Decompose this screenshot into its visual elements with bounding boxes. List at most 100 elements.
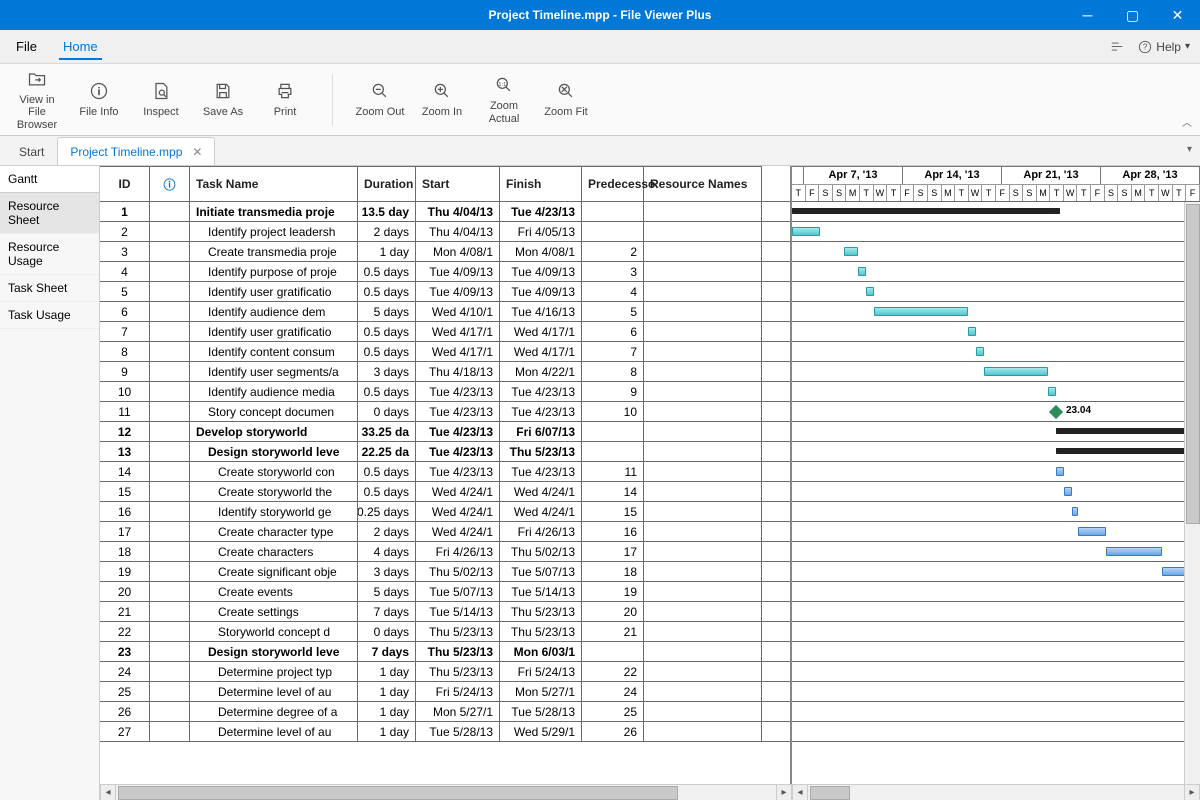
- gantt-row: [792, 342, 1200, 362]
- gantt-day-label: F: [1091, 184, 1105, 202]
- menu-file[interactable]: File: [12, 33, 41, 60]
- cell-info: [150, 242, 190, 261]
- view-in-file-browser-button[interactable]: View in File Browser: [10, 68, 64, 130]
- gantt-bar[interactable]: [792, 227, 820, 236]
- table-row[interactable]: 4Identify purpose of proje0.5 daysTue 4/…: [100, 262, 790, 282]
- table-row[interactable]: 21Create settings7 daysTue 5/14/13Thu 5/…: [100, 602, 790, 622]
- table-row[interactable]: 1Initiate transmedia proje13.5 dayThu 4/…: [100, 202, 790, 222]
- minimize-button[interactable]: ─: [1065, 0, 1110, 30]
- print-button[interactable]: Print: [258, 68, 312, 130]
- maximize-button[interactable]: ▢: [1110, 0, 1155, 30]
- cell-id: 19: [100, 562, 150, 581]
- table-row[interactable]: 17Create character type2 daysWed 4/24/1F…: [100, 522, 790, 542]
- table-row[interactable]: 26Determine degree of a1 dayMon 5/27/1Tu…: [100, 702, 790, 722]
- ribbon-collapse-icon[interactable]: ︿: [1182, 114, 1192, 129]
- sidebar-item[interactable]: Resource Usage: [0, 234, 99, 275]
- save-as-button[interactable]: Save As: [196, 68, 250, 130]
- col-header-info[interactable]: ⓘ: [150, 166, 190, 201]
- tab-start[interactable]: Start: [6, 137, 57, 165]
- table-row[interactable]: 5Identify user gratificatio0.5 daysTue 4…: [100, 282, 790, 302]
- gantt-bar[interactable]: [976, 347, 984, 356]
- scroll-right-icon[interactable]: ▸: [1184, 785, 1200, 800]
- gantt-bar[interactable]: [866, 287, 874, 296]
- gantt-chart[interactable]: Apr 7, '13Apr 14, '13Apr 21, '13Apr 28, …: [792, 166, 1200, 784]
- table-row[interactable]: 11Story concept documen0 daysTue 4/23/13…: [100, 402, 790, 422]
- table-row[interactable]: 18Create characters4 daysFri 4/26/13Thu …: [100, 542, 790, 562]
- gantt-day-label: T: [792, 184, 806, 202]
- table-row[interactable]: 23Design storyworld leve7 daysThu 5/23/1…: [100, 642, 790, 662]
- cell-resources: [644, 302, 762, 321]
- table-row[interactable]: 25Determine level of au1 dayFri 5/24/13M…: [100, 682, 790, 702]
- gantt-bar[interactable]: [1072, 507, 1078, 516]
- table-row[interactable]: 10Identify audience media0.5 daysTue 4/2…: [100, 382, 790, 402]
- zoom-actual-button[interactable]: 1:1 Zoom Actual: [477, 74, 531, 124]
- inspect-button[interactable]: Inspect: [134, 68, 188, 130]
- gantt-bar[interactable]: [968, 327, 976, 336]
- table-row[interactable]: 12Develop storyworld33.25 daTue 4/23/13F…: [100, 422, 790, 442]
- table-row[interactable]: 3Create transmedia proje1 dayMon 4/08/1M…: [100, 242, 790, 262]
- gantt-bar[interactable]: [1056, 467, 1064, 476]
- file-info-button[interactable]: File Info: [72, 68, 126, 130]
- col-header-id[interactable]: ID: [100, 166, 150, 201]
- help-button[interactable]: ? Help ▾: [1138, 40, 1190, 54]
- grid-area: ID ⓘ Task Name Duration Start Finish Pre…: [100, 166, 1200, 800]
- settings-icon[interactable]: [1110, 40, 1124, 54]
- table-row[interactable]: 24Determine project typ1 dayThu 5/23/13F…: [100, 662, 790, 682]
- gantt-bar[interactable]: [1048, 387, 1056, 396]
- gantt-milestone[interactable]: [1049, 405, 1063, 419]
- gantt-bar[interactable]: [844, 247, 858, 256]
- gantt-horizontal-scrollbar[interactable]: ◂ ▸: [792, 784, 1200, 800]
- sidebar-item[interactable]: Resource Sheet: [0, 193, 99, 234]
- table-row[interactable]: 6Identify audience dem5 daysWed 4/10/1Tu…: [100, 302, 790, 322]
- tab-project-timeline[interactable]: Project Timeline.mpp ✕: [57, 137, 215, 165]
- sidebar-item[interactable]: Task Sheet: [0, 275, 99, 302]
- table-row[interactable]: 19Create significant obje3 daysThu 5/02/…: [100, 562, 790, 582]
- col-header-finish[interactable]: Finish: [500, 166, 582, 201]
- tabs-dropdown-icon[interactable]: ▾: [1187, 144, 1192, 155]
- table-row[interactable]: 8Identify content consum0.5 daysWed 4/17…: [100, 342, 790, 362]
- table-row[interactable]: 22Storyworld concept d0 daysThu 5/23/13T…: [100, 622, 790, 642]
- gantt-bar[interactable]: [792, 208, 1060, 214]
- table-row[interactable]: 14Create storyworld con0.5 daysTue 4/23/…: [100, 462, 790, 482]
- table-row[interactable]: 13Design storyworld leve22.25 daTue 4/23…: [100, 442, 790, 462]
- col-header-predecessors[interactable]: Predecesso: [582, 166, 644, 201]
- scroll-left-icon[interactable]: ◂: [792, 785, 808, 800]
- gantt-bar[interactable]: [874, 307, 968, 316]
- zoom-fit-button[interactable]: Zoom Fit: [539, 74, 593, 124]
- table-row[interactable]: 7Identify user gratificatio0.5 daysWed 4…: [100, 322, 790, 342]
- cell-duration: 5 days: [358, 582, 416, 601]
- close-button[interactable]: ✕: [1155, 0, 1200, 30]
- col-header-resources[interactable]: Resource Names: [644, 166, 762, 201]
- col-header-start[interactable]: Start: [416, 166, 500, 201]
- gantt-bar[interactable]: [1064, 487, 1072, 496]
- table-row[interactable]: 15Create storyworld the0.5 daysWed 4/24/…: [100, 482, 790, 502]
- col-header-duration[interactable]: Duration: [358, 166, 416, 201]
- table-row[interactable]: 16Identify storyworld ge0.25 daysWed 4/2…: [100, 502, 790, 522]
- cell-finish: Wed 5/29/1: [500, 722, 582, 741]
- gantt-bar[interactable]: [1106, 547, 1162, 556]
- sidebar-header[interactable]: Gantt: [0, 166, 99, 193]
- gantt-bar[interactable]: [984, 367, 1048, 376]
- table-row[interactable]: 27Determine level of au1 dayTue 5/28/13W…: [100, 722, 790, 742]
- gantt-day-label: T: [1145, 184, 1159, 202]
- col-header-task[interactable]: Task Name: [190, 166, 358, 201]
- gantt-day-label: S: [833, 184, 847, 202]
- gantt-bar[interactable]: [1056, 428, 1200, 434]
- sidebar-item[interactable]: Task Usage: [0, 302, 99, 329]
- zoom-out-button[interactable]: Zoom Out: [353, 74, 407, 124]
- zoom-in-button[interactable]: Zoom In: [415, 74, 469, 124]
- sheet-horizontal-scrollbar[interactable]: ◂ ▸: [100, 784, 792, 800]
- cell-duration: 0.5 days: [358, 482, 416, 501]
- vertical-scrollbar[interactable]: [1184, 202, 1200, 784]
- close-tab-icon[interactable]: ✕: [192, 145, 202, 159]
- scroll-left-icon[interactable]: ◂: [100, 785, 116, 800]
- table-row[interactable]: 2Identify project leadersh2 daysThu 4/04…: [100, 222, 790, 242]
- scroll-right-icon[interactable]: ▸: [776, 785, 792, 800]
- menu-home[interactable]: Home: [59, 33, 102, 60]
- gantt-bar[interactable]: [1078, 527, 1106, 536]
- gantt-bar[interactable]: [1056, 448, 1200, 454]
- table-row[interactable]: 20Create events5 daysTue 5/07/13Tue 5/14…: [100, 582, 790, 602]
- gantt-bar[interactable]: [858, 267, 866, 276]
- table-row[interactable]: 9Identify user segments/a3 daysThu 4/18/…: [100, 362, 790, 382]
- cell-info: [150, 622, 190, 641]
